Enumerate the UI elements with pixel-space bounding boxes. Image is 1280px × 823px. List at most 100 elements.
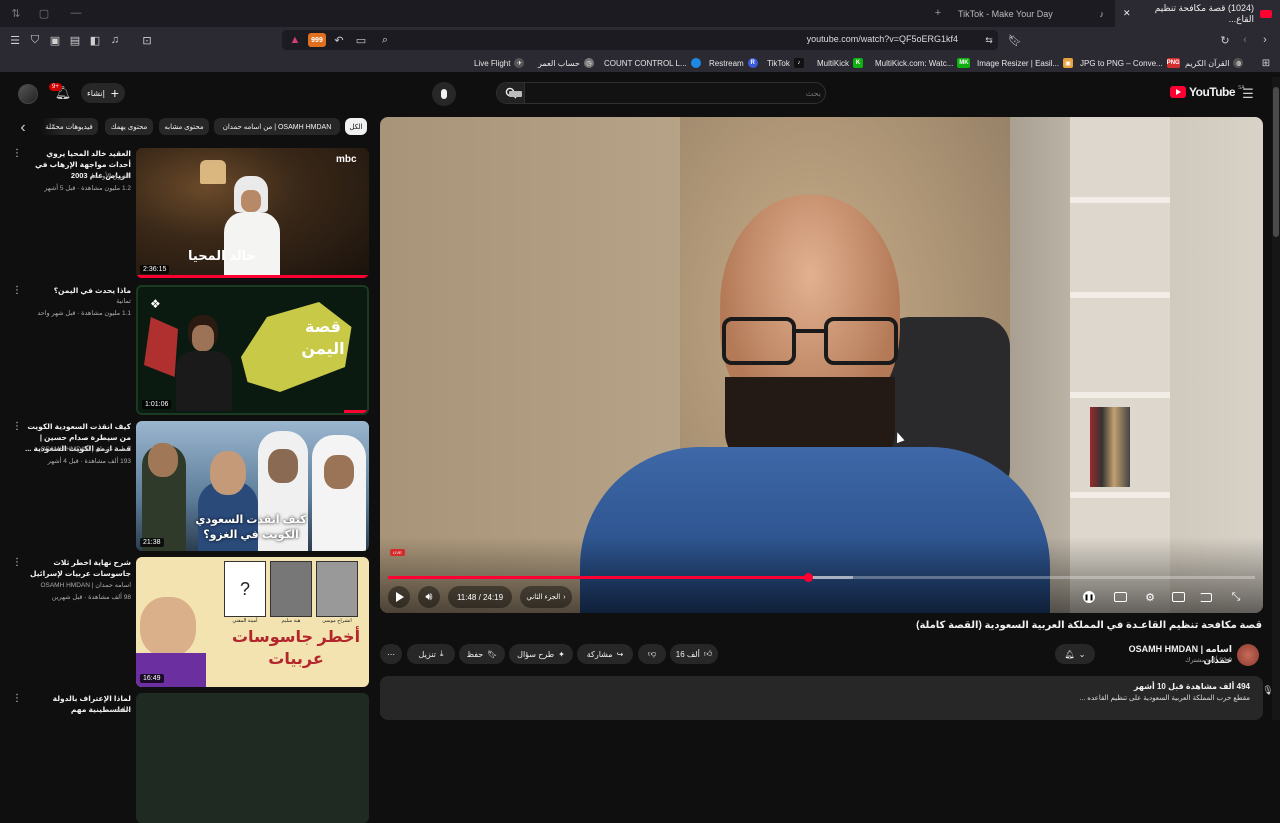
fullscreen-button[interactable]: ⤡: [1226, 588, 1246, 606]
forward-icon[interactable]: ›: [1258, 33, 1272, 47]
video-player[interactable]: LIVE 🔊︎ 11:48 / 24:19 الجزء الثاني › ❚❚ …: [380, 117, 1263, 613]
panel-icon[interactable]: ⊡: [140, 33, 154, 47]
share-button[interactable]: مشاركة ↪: [577, 644, 633, 664]
site-settings-icon[interactable]: ⇆: [982, 33, 996, 47]
more-actions-button[interactable]: ⋯: [380, 644, 402, 664]
bookmark-image-resizer[interactable]: Image Resizer | Easil... ▣: [977, 57, 1074, 69]
volume-button[interactable]: 🔊︎: [418, 586, 440, 608]
undo-icon[interactable]: ↶: [332, 33, 346, 47]
channel-avatar[interactable]: [1237, 644, 1259, 666]
bookmark-multikick-watch[interactable]: MultiKick.com: Watc... MK: [875, 57, 971, 69]
miniplayer-button[interactable]: [1168, 588, 1188, 606]
rec-channel[interactable]: اسامه حمدان | OSAMH HMDAN: [24, 581, 131, 591]
download-button[interactable]: تنزيل ⤓: [407, 644, 455, 664]
chip-for-you[interactable]: محتوى يهمك: [105, 118, 153, 135]
youtube-logo[interactable]: YouTube SA: [1170, 85, 1245, 99]
rec-channel[interactable]: ثمانية: [24, 297, 131, 307]
more-options-icon[interactable]: ⋮: [12, 421, 22, 433]
browser-tab-bar: ⇅ ▢ — + TikTok - Make Your Day ♪ ✕ (1024…: [0, 0, 1280, 27]
hamburger-menu-icon[interactable]: ☰: [1240, 86, 1256, 102]
bookmark-label: Live Flight: [474, 58, 511, 68]
voice-search-button[interactable]: [432, 82, 456, 106]
thumb-caption: قصة اليمن: [301, 319, 345, 358]
chapter-button[interactable]: الجزء الثاني ›: [520, 586, 572, 608]
extension-badge-icon[interactable]: 999: [308, 33, 326, 47]
subscription-button[interactable]: 🔔︎ ⌄: [1055, 644, 1095, 664]
new-tab-icon[interactable]: +: [932, 7, 944, 19]
rec-channel[interactable]: ثمانية: [24, 705, 131, 715]
tabs-icon[interactable]: ▣: [48, 33, 62, 47]
close-tab-icon[interactable]: ✕: [1123, 8, 1131, 19]
more-options-icon[interactable]: ⋮: [12, 693, 22, 705]
microphone-floating-icon[interactable]: 🎙︎: [1262, 684, 1274, 696]
reload-icon[interactable]: ↻: [1218, 33, 1232, 47]
settings-button[interactable]: ⚙: [1140, 588, 1160, 606]
back-history-icon[interactable]: ⇅: [10, 7, 22, 20]
more-options-icon[interactable]: ⋮: [12, 148, 22, 160]
bookmark-icon[interactable]: 🔖︎: [1008, 33, 1022, 47]
bookmark-jpg-to-png[interactable]: JPG to PNG – Conve... PNG: [1080, 57, 1180, 69]
ask-button[interactable]: طرح سؤال ✦: [509, 644, 573, 664]
description-box[interactable]: 494 ألف مشاهدة قبل 10 أشهر مقطع حرب المم…: [380, 676, 1263, 720]
save-button[interactable]: حفظ 🔖︎: [459, 644, 505, 664]
rec-meta: 98 ألف مشاهدة · قبل شهرين: [51, 594, 131, 601]
rec-thumbnail[interactable]: [136, 693, 369, 823]
scrollbar-thumb[interactable]: [1273, 87, 1279, 237]
shield-icon[interactable]: ⛉: [28, 33, 42, 47]
chips-scroll-left-icon[interactable]: ‹: [16, 119, 30, 136]
bookmark-label: حساب العمر: [538, 58, 580, 68]
progress-track[interactable]: [388, 573, 1255, 582]
search-input[interactable]: [531, 85, 821, 101]
bookmark-multikick[interactable]: MultiKick K: [817, 57, 864, 69]
rec-thumbnail[interactable]: كيف انقذت السعودي الكويت في الغزو؟ 21:38: [136, 421, 369, 551]
scrub-knob[interactable]: [804, 573, 813, 582]
bookmark-restream[interactable]: Restream R: [709, 57, 758, 69]
extension-triangle-icon[interactable]: ▲: [288, 33, 302, 47]
search-small-icon[interactable]: ⌕: [378, 33, 392, 47]
chip-uploads[interactable]: فيديوهات محمّلة: [40, 118, 98, 135]
address-bar[interactable]: ▲ 999 ↶ ▭ ⌕ youtube.com/watch?v=QF5oERG1…: [282, 30, 998, 50]
rec-title[interactable]: شرح نهاية اخطر ثلاث جاسوسات عربيات لإسرا…: [24, 557, 131, 579]
tab-youtube-active[interactable]: ✕ (1024) قصة مكافحة تنظيم القاع...: [1115, 0, 1280, 27]
page-scrollbar[interactable]: [1272, 77, 1280, 720]
screen-icon[interactable]: ▭: [354, 33, 368, 47]
keyboard-icon[interactable]: [509, 91, 522, 97]
rec-channel[interactable]: اسامه حمدان | OSAMH HMDAN: [24, 445, 131, 455]
menu-icon[interactable]: ☰: [8, 33, 22, 47]
chip-all[interactable]: الكل: [345, 118, 367, 135]
music-icon[interactable]: ♫: [108, 33, 122, 47]
rec-thumbnail[interactable]: قصة اليمن ❖ 1:01:06: [136, 285, 369, 415]
chip-related[interactable]: محتوى مشابه: [159, 118, 209, 135]
bookmark-tiktok[interactable]: TikTok ♪: [767, 57, 804, 69]
play-button[interactable]: [388, 586, 410, 608]
bookmark-age[interactable]: حساب العمر ◷: [538, 57, 594, 69]
minimize-icon[interactable]: —: [70, 7, 82, 19]
more-options-icon[interactable]: ⋮: [12, 557, 22, 569]
dislike-button[interactable]: 👎︎: [638, 644, 666, 664]
autoplay-toggle[interactable]: ❚❚: [1080, 589, 1098, 605]
rec-thumbnail[interactable]: ? أمينة المفتي هبة سليم انشراح موسى أخطر…: [136, 557, 369, 687]
avatar[interactable]: [18, 84, 38, 104]
notifications-count-badge: 9+: [49, 83, 62, 91]
create-button[interactable]: إنشاء +: [81, 83, 125, 103]
chip-from-channel[interactable]: من اسامه حمدان | OSAMH HMDAN: [214, 118, 340, 135]
bookmark-label: Restream: [709, 58, 744, 68]
rec-channel[interactable]: الشرق الأوسط: [24, 172, 131, 182]
rec-thumbnail[interactable]: mbc خالد المحيا 2:36:15: [136, 148, 369, 278]
bookmarks-menu-icon[interactable]: ⊞: [1260, 57, 1272, 69]
thumbs-up-icon: 👍︎: [703, 649, 713, 658]
bookmark-live-flight[interactable]: Live Flight ✈: [474, 57, 525, 69]
subtitles-button[interactable]: [1110, 588, 1130, 606]
cast-button[interactable]: [1196, 588, 1216, 606]
back-icon[interactable]: ‹: [1238, 33, 1252, 47]
bookmark-count-control[interactable]: COUNT CONTROL L...: [604, 57, 701, 69]
sidebar-icon[interactable]: ◧: [88, 33, 102, 47]
rec-title[interactable]: ماذا يحدث في اليمن؟: [24, 285, 131, 296]
tab-overview-icon[interactable]: ▢: [38, 7, 50, 20]
like-button[interactable]: 16 ألف 👍︎: [670, 644, 718, 664]
plane-icon: ✈: [514, 58, 525, 68]
bookmark-quran[interactable]: القرآن الكريم ◍: [1185, 57, 1244, 69]
reader-icon[interactable]: ▤: [68, 33, 82, 47]
more-options-icon[interactable]: ⋮: [12, 285, 22, 297]
tab-tiktok[interactable]: TikTok - Make Your Day ♪: [950, 0, 1110, 27]
